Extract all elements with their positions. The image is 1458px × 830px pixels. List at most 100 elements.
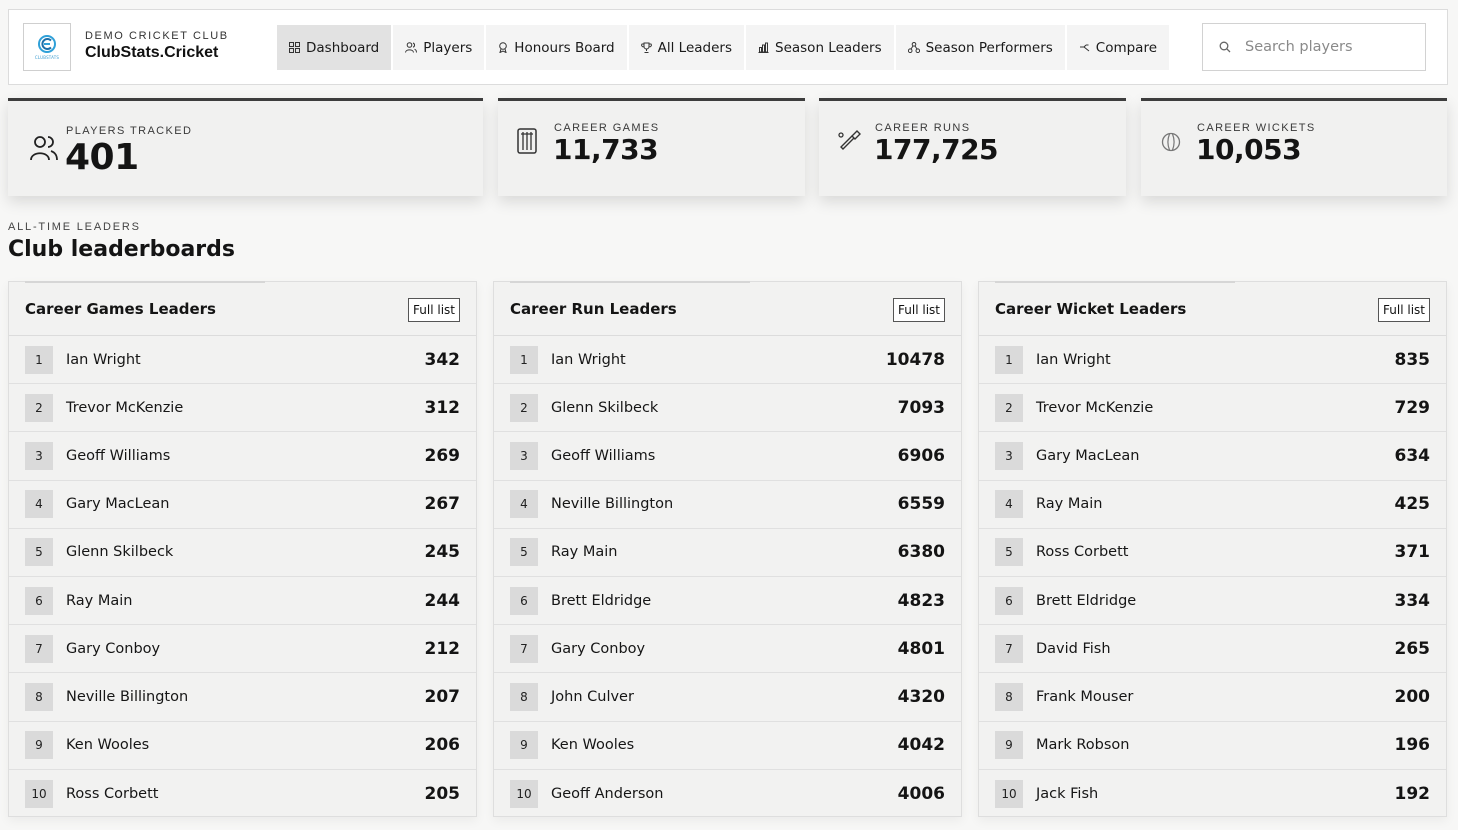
- player-name[interactable]: Trevor McKenzie: [1036, 400, 1153, 416]
- table-row[interactable]: 5 Glenn Skilbeck 245: [9, 529, 476, 577]
- player-name[interactable]: Ken Wooles: [66, 737, 149, 753]
- player-name[interactable]: Ian Wright: [551, 352, 626, 368]
- stat-value: 634: [1394, 445, 1431, 466]
- player-name[interactable]: Geoff Williams: [551, 448, 655, 464]
- main-nav: Dashboard Players Honours Board All Lead…: [277, 25, 1172, 70]
- player-name[interactable]: Glenn Skilbeck: [551, 400, 658, 416]
- table-row[interactable]: 2 Trevor McKenzie 312: [9, 384, 476, 433]
- table-row[interactable]: 6 Ray Main 244: [9, 577, 476, 626]
- nav-honours-board[interactable]: Honours Board: [486, 25, 629, 70]
- rank-badge: 5: [25, 538, 53, 567]
- stat-card-players: PLAYERS TRACKED 401: [8, 98, 483, 196]
- full-list-button[interactable]: Full list: [1378, 298, 1430, 322]
- table-row[interactable]: 10 Geoff Anderson 4006: [494, 770, 961, 818]
- section-title: Club leaderboards: [8, 237, 235, 262]
- rank-badge: 3: [25, 441, 53, 470]
- club-name[interactable]: ClubStats.Cricket: [85, 44, 218, 62]
- player-name[interactable]: Mark Robson: [1036, 737, 1129, 753]
- table-row[interactable]: 7 David Fish 265: [979, 625, 1446, 674]
- player-name[interactable]: Geoff Anderson: [551, 786, 663, 802]
- table-row[interactable]: 2 Trevor McKenzie 729: [979, 384, 1446, 433]
- player-name[interactable]: Ian Wright: [1036, 352, 1111, 368]
- table-row[interactable]: 4 Ray Main 425: [979, 481, 1446, 529]
- nav-label: Dashboard: [306, 39, 380, 56]
- section-eyebrow: ALL-TIME LEADERS: [8, 221, 141, 233]
- player-name[interactable]: Glenn Skilbeck: [66, 544, 173, 560]
- table-row[interactable]: 7 Gary Conboy 4801: [494, 625, 961, 674]
- nav-label: Honours Board: [514, 39, 615, 56]
- rank-badge: 3: [995, 441, 1023, 470]
- table-row[interactable]: 6 Brett Eldridge 334: [979, 577, 1446, 626]
- table-row[interactable]: 4 Gary MacLean 267: [9, 481, 476, 529]
- table-row[interactable]: 3 Gary MacLean 634: [979, 432, 1446, 481]
- player-name[interactable]: Neville Billington: [551, 496, 673, 512]
- stat-value: 7093: [897, 397, 945, 418]
- player-name[interactable]: Trevor McKenzie: [66, 400, 183, 416]
- table-row[interactable]: 8 John Culver 4320: [494, 673, 961, 722]
- player-name[interactable]: John Culver: [551, 689, 634, 705]
- top-header: CLUBSTATS DEMO CRICKET CLUB ClubStats.Cr…: [8, 9, 1448, 85]
- nav-compare[interactable]: Compare: [1067, 25, 1172, 70]
- player-name[interactable]: Gary MacLean: [1036, 448, 1139, 464]
- table-row[interactable]: 9 Ken Wooles 206: [9, 722, 476, 770]
- nav-label: Season Performers: [925, 39, 1053, 56]
- player-name[interactable]: Frank Mouser: [1036, 689, 1133, 705]
- table-row[interactable]: 6 Brett Eldridge 4823: [494, 577, 961, 626]
- player-name[interactable]: Gary Conboy: [551, 641, 645, 657]
- table-row[interactable]: 2 Glenn Skilbeck 7093: [494, 384, 961, 433]
- table-row[interactable]: 1 Ian Wright 10478: [494, 336, 961, 385]
- player-name[interactable]: Ray Main: [66, 593, 132, 609]
- rank-badge: 6: [995, 586, 1023, 615]
- stat-value: 269: [424, 445, 461, 466]
- table-row[interactable]: 7 Gary Conboy 212: [9, 625, 476, 674]
- logo-text: CLUBSTATS: [34, 55, 60, 60]
- search-box: [1202, 23, 1426, 71]
- table-row[interactable]: 5 Ray Main 6380: [494, 529, 961, 577]
- ball-icon: [1161, 132, 1181, 152]
- stat-value: 729: [1394, 397, 1431, 418]
- player-name[interactable]: Gary MacLean: [66, 496, 169, 512]
- table-row[interactable]: 8 Neville Billington 207: [9, 673, 476, 722]
- player-name[interactable]: Jack Fish: [1036, 786, 1098, 802]
- table-row[interactable]: 9 Ken Wooles 4042: [494, 722, 961, 770]
- player-name[interactable]: Gary Conboy: [66, 641, 160, 657]
- player-name[interactable]: Ken Wooles: [551, 737, 634, 753]
- stat-value: 4801: [897, 638, 945, 659]
- table-row[interactable]: 1 Ian Wright 835: [979, 336, 1446, 385]
- player-name[interactable]: Brett Eldridge: [1036, 593, 1136, 609]
- stat-value: 371: [1394, 542, 1431, 563]
- nav-all-leaders[interactable]: All Leaders: [629, 25, 746, 70]
- table-row[interactable]: 10 Ross Corbett 205: [9, 770, 476, 818]
- table-row[interactable]: 1 Ian Wright 342: [9, 336, 476, 385]
- table-row[interactable]: 5 Ross Corbett 371: [979, 529, 1446, 577]
- table-row[interactable]: 8 Frank Mouser 200: [979, 673, 1446, 722]
- stat-value: 4823: [897, 590, 945, 611]
- nav-dashboard[interactable]: Dashboard: [277, 25, 394, 70]
- player-name[interactable]: Ray Main: [1036, 496, 1102, 512]
- nav-season-performers[interactable]: Season Performers: [896, 25, 1067, 70]
- rank-badge: 10: [995, 779, 1023, 808]
- full-list-button[interactable]: Full list: [893, 298, 945, 322]
- search-input[interactable]: [1245, 39, 1405, 55]
- table-row[interactable]: 3 Geoff Williams 269: [9, 432, 476, 481]
- player-name[interactable]: Neville Billington: [66, 689, 188, 705]
- player-name[interactable]: Ian Wright: [66, 352, 141, 368]
- logo-mark-icon: [38, 35, 56, 53]
- table-row[interactable]: 10 Jack Fish 192: [979, 770, 1446, 818]
- table-row[interactable]: 3 Geoff Williams 6906: [494, 432, 961, 481]
- player-name[interactable]: Geoff Williams: [66, 448, 170, 464]
- full-list-button[interactable]: Full list: [408, 298, 460, 322]
- player-name[interactable]: Ross Corbett: [66, 786, 158, 802]
- player-name[interactable]: David Fish: [1036, 641, 1111, 657]
- nav-players[interactable]: Players: [393, 25, 487, 70]
- player-name[interactable]: Brett Eldridge: [551, 593, 651, 609]
- table-row[interactable]: 9 Mark Robson 196: [979, 722, 1446, 770]
- table-row[interactable]: 4 Neville Billington 6559: [494, 481, 961, 529]
- stat-value: 206: [424, 735, 461, 756]
- stat-card-runs: CAREER RUNS 177,725: [819, 98, 1126, 196]
- nav-season-leaders[interactable]: Season Leaders: [746, 25, 896, 70]
- club-logo[interactable]: CLUBSTATS: [23, 23, 71, 71]
- player-name[interactable]: Ray Main: [551, 544, 617, 560]
- stat-value: 6380: [897, 542, 945, 563]
- player-name[interactable]: Ross Corbett: [1036, 544, 1128, 560]
